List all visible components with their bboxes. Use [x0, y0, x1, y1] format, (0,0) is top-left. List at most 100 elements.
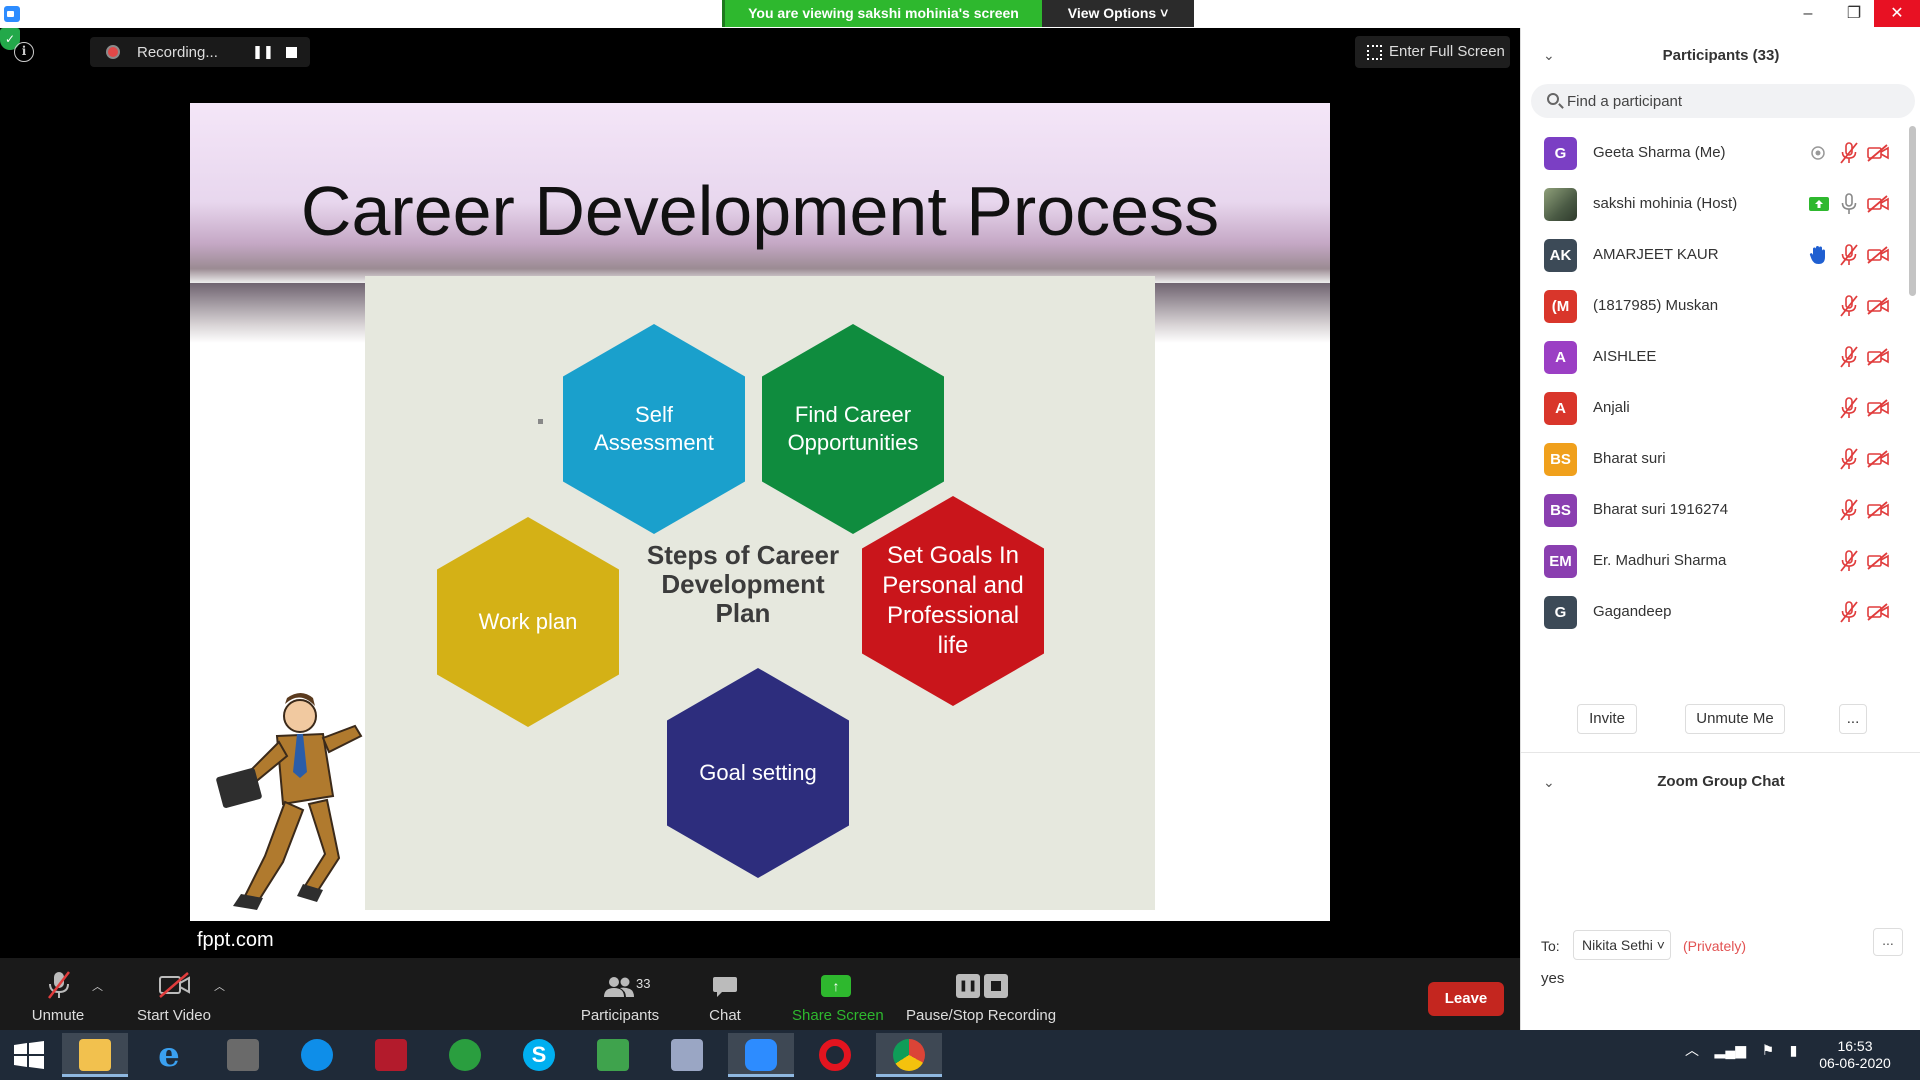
internet-explorer-taskbar-button[interactable]: e	[136, 1033, 202, 1077]
chrome-icon	[893, 1039, 925, 1071]
more-options-button[interactable]: ...	[1839, 704, 1867, 734]
avatar: G	[1544, 137, 1577, 170]
participant-row[interactable]: BS Bharat suri	[1521, 434, 1906, 485]
chrome-taskbar-button[interactable]	[876, 1033, 942, 1077]
record-dot-icon	[106, 45, 120, 59]
unmute-button[interactable]: Unmute	[22, 958, 94, 1030]
unmute-me-button[interactable]: Unmute Me	[1685, 704, 1785, 734]
recording-label: Recording...	[137, 44, 218, 61]
stop-recording-button[interactable]	[286, 47, 297, 58]
close-window-button[interactable]: ✕	[1874, 0, 1920, 27]
view-options-button[interactable]: View Options ˅	[1042, 0, 1194, 27]
mic-muted-icon	[1839, 295, 1859, 317]
participant-row[interactable]: A AISHLEE	[1521, 332, 1906, 383]
mendeley-taskbar-button[interactable]	[358, 1033, 424, 1077]
participant-row[interactable]: AK AMARJEET KAUR	[1521, 230, 1906, 281]
opera-icon	[819, 1039, 851, 1071]
clock-date: 06-06-2020	[1819, 1055, 1891, 1071]
avatar	[1544, 188, 1577, 221]
muted-mic-icon	[48, 971, 70, 999]
recording-indicator: Recording... ❚❚	[90, 37, 310, 67]
camtasia-taskbar-button[interactable]	[580, 1033, 646, 1077]
participant-name: sakshi mohinia (Host)	[1593, 195, 1738, 212]
share-screen-button[interactable]: ↑ Share Screen	[792, 958, 884, 1030]
pause-recording-button[interactable]: ❚❚	[252, 41, 274, 63]
info-icon[interactable]: i	[14, 42, 34, 62]
participant-name: (1817985) Muskan	[1593, 297, 1719, 314]
camtasia-icon	[597, 1039, 629, 1071]
businessman-illustration	[216, 693, 363, 910]
teamviewer-taskbar-button[interactable]	[284, 1033, 350, 1077]
participant-search-input[interactable]	[1567, 88, 1897, 114]
participants-panel: ⌄ Participants (33) G Geeta Sharma (Me) sa…	[1520, 28, 1920, 1030]
participant-row[interactable]: G Geeta Sharma (Me)	[1521, 128, 1906, 179]
slide-title: Career Development Process	[300, 172, 1220, 250]
minimize-button[interactable]: –	[1785, 0, 1831, 27]
invite-button[interactable]: Invite	[1577, 704, 1637, 734]
video-off-icon	[1867, 297, 1889, 315]
participant-row[interactable]: BS Bharat suri 1916274	[1521, 485, 1906, 536]
pause-icon: ❚❚	[956, 974, 980, 998]
mic-muted-icon	[1839, 397, 1859, 419]
participant-row[interactable]: sakshi mohinia (Host)	[1521, 179, 1906, 230]
participant-list-scrollbar[interactable]	[1909, 126, 1916, 296]
avatar: BS	[1544, 494, 1577, 527]
enter-full-screen-button[interactable]: Enter Full Screen	[1355, 36, 1510, 68]
participants-icon	[604, 977, 634, 997]
participant-row[interactable]: G Gagandeep	[1521, 587, 1906, 638]
unmute-label: Unmute	[31, 1007, 85, 1024]
chat-more-button[interactable]: ...	[1873, 928, 1903, 956]
avatar: A	[1544, 341, 1577, 374]
refresh-app-taskbar-button[interactable]	[432, 1033, 498, 1077]
system-tray[interactable]: ︿ ▂▄▆ ⚑ ▮	[1685, 1040, 1797, 1060]
participants-title: Participants (33)	[1662, 47, 1780, 64]
participant-name: AMARJEET KAUR	[1593, 246, 1719, 263]
chat-privately-label: (Privately)	[1683, 938, 1747, 954]
clock-time: 16:53	[1837, 1038, 1873, 1054]
webcam-app-taskbar-button[interactable]	[210, 1033, 276, 1077]
chat-label: Chat	[709, 1007, 741, 1024]
audio-options-caret-icon[interactable]: ︿	[92, 978, 103, 994]
participant-row[interactable]: A Anjali	[1521, 383, 1906, 434]
participant-row[interactable]: (M (1817985) Muskan	[1521, 281, 1906, 332]
green-app-icon	[449, 1039, 481, 1071]
participant-name: AISHLEE	[1593, 348, 1657, 365]
participant-name: Anjali	[1593, 399, 1630, 416]
pause-stop-recording-label: Pause/Stop Recording	[906, 1007, 1057, 1024]
skype-taskbar-button[interactable]: S	[506, 1033, 572, 1077]
participant-row[interactable]: EM Er. Madhuri Sharma	[1521, 536, 1906, 587]
participants-button[interactable]: 33 Participants	[576, 958, 664, 1030]
video-options-caret-icon[interactable]: ︿	[214, 978, 225, 994]
title-bar: You are viewing sakshi mohinia's screen …	[0, 0, 1920, 28]
taskbar-clock[interactable]: 16:53 06-06-2020	[1800, 1038, 1910, 1072]
chat-button[interactable]: Chat	[700, 958, 750, 1030]
chat-message-input[interactable]: yes	[1541, 970, 1564, 987]
slide-footer-text: fppt.com	[197, 929, 274, 951]
opera-taskbar-button[interactable]	[802, 1033, 868, 1077]
participant-name: Er. Madhuri Sharma	[1593, 552, 1727, 569]
leave-meeting-button[interactable]: Leave	[1428, 982, 1504, 1016]
internet-explorer-icon: e	[158, 1035, 180, 1075]
participants-header: ⌄ Participants (33)	[1521, 28, 1920, 86]
pause-stop-recording-button[interactable]: ❚❚ Pause/Stop Recording	[906, 958, 1056, 1030]
start-video-button[interactable]: Start Video	[130, 958, 218, 1030]
participants-label: Participants	[580, 1007, 660, 1024]
windows-start-icon[interactable]	[8, 1040, 48, 1070]
mic-muted-icon	[1839, 448, 1859, 470]
chat-recipient-select[interactable]: Nikita Sethi ˅	[1573, 930, 1671, 960]
recording-status-icon	[1809, 143, 1827, 163]
maximize-button[interactable]: ❐	[1831, 0, 1877, 27]
avatar: (M	[1544, 290, 1577, 323]
shared-screen: Career Development Process Self Assessme…	[190, 103, 1330, 921]
mendeley-icon	[375, 1039, 407, 1071]
video-off-icon	[1867, 144, 1889, 162]
mic-muted-icon	[1839, 142, 1859, 164]
participant-name: Bharat suri 1916274	[1593, 501, 1729, 518]
teamviewer-icon	[301, 1039, 333, 1071]
viewing-screen-banner: You are viewing sakshi mohinia's screen	[722, 0, 1042, 27]
file-explorer-taskbar-button[interactable]	[62, 1033, 128, 1077]
participant-search[interactable]	[1531, 84, 1915, 118]
diagram-center-label: Steps of Career Development Plan	[646, 540, 840, 628]
snipping-tool-taskbar-button[interactable]	[654, 1033, 720, 1077]
zoom-taskbar-button[interactable]	[728, 1033, 794, 1077]
